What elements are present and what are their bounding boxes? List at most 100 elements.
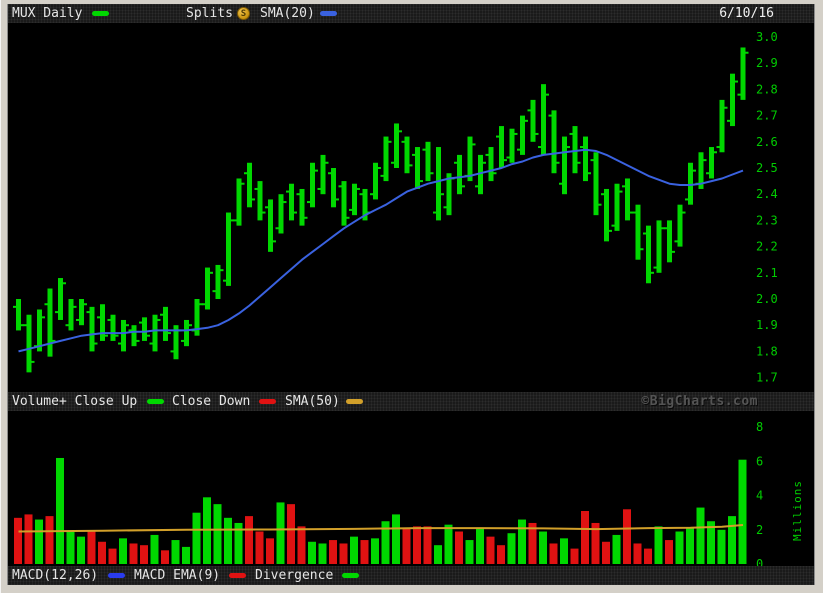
volume-chart-svg: 8 6 4 2 0 — [14, 420, 763, 566]
price-axis-tick: 2.4 — [756, 187, 778, 201]
price-axis-tick: 1.8 — [756, 344, 778, 358]
volume-bar — [192, 512, 201, 564]
price-bar — [107, 314, 119, 341]
price-bar — [76, 299, 87, 326]
volume-bar — [308, 541, 316, 564]
sma50-line — [18, 524, 744, 533]
price-bar — [559, 136, 570, 195]
volume-bar — [423, 526, 432, 564]
volume-bar — [255, 531, 264, 564]
bigcharts-watermark: ©BigCharts.com — [641, 394, 758, 409]
volume-axis-tick: 0 — [756, 557, 763, 566]
volume-bar — [497, 545, 505, 564]
volume-bar — [696, 507, 705, 564]
volume-bar — [360, 540, 369, 564]
price-bar — [643, 225, 654, 284]
price-axis-tick: 2.6 — [756, 135, 778, 149]
price-bar — [44, 288, 56, 357]
price-bar — [97, 304, 108, 341]
volume-bar — [675, 531, 684, 564]
price-bar — [580, 136, 591, 182]
last-date-label: 6/10/16 — [719, 6, 774, 21]
price-bar — [517, 115, 528, 155]
price-axis-tick: 1.7 — [756, 371, 778, 385]
price-bar — [328, 168, 339, 208]
sma20-label: SMA(20) — [260, 6, 315, 21]
price-bar — [737, 47, 749, 100]
volume-bar — [77, 536, 85, 564]
chart-panel: MUX Daily Splits S SMA(20) 6/10/16 3.0 2.… — [8, 4, 814, 585]
volume-bar — [245, 516, 253, 564]
volume-axis-tick: 6 — [756, 454, 763, 468]
volume-bar — [14, 517, 22, 564]
price-bar — [55, 278, 66, 320]
price-axis-tick: 2.2 — [756, 240, 778, 254]
volume-bar — [129, 543, 138, 564]
price-bar — [706, 147, 717, 179]
price-bar — [139, 317, 150, 341]
volume-bar — [602, 541, 610, 564]
divergence-marker — [342, 573, 359, 578]
price-axis-tick: 2.1 — [756, 266, 778, 280]
sma20-marker — [320, 11, 337, 16]
price-bar — [716, 99, 728, 153]
price-bar — [664, 220, 675, 263]
price-bar — [527, 99, 539, 142]
price-bar — [611, 183, 623, 231]
price-bar — [727, 73, 738, 127]
price-bar — [128, 325, 140, 347]
volume-bar — [108, 548, 117, 564]
price-bar — [370, 162, 381, 200]
price-bar — [380, 136, 392, 182]
sma20-line — [18, 148, 744, 353]
price-bar — [65, 299, 77, 331]
volume-bar — [665, 540, 673, 564]
splits-label: Splits — [186, 6, 233, 21]
price-chart-svg: 3.0 2.9 2.8 2.7 2.6 2.5 2.4 2.3 2.2 2.1 2.0 1.9 1.8 1… — [13, 30, 778, 385]
price-bar — [538, 84, 549, 155]
volume-bar — [476, 528, 484, 564]
volume-bar — [161, 550, 169, 564]
price-axis-tick: 3.0 — [756, 30, 778, 44]
top-legend-bar: MUX Daily Splits S SMA(20) 6/10/16 — [8, 4, 814, 23]
volume-axis-tick: 8 — [756, 420, 763, 434]
volume-bar — [633, 543, 642, 564]
price-bar — [118, 319, 129, 352]
volume-bar — [549, 543, 558, 564]
price-axis-tick: 2.8 — [756, 82, 778, 96]
price-bar — [496, 126, 507, 168]
macd-legend-bar: MACD(12,26) MACD EMA(9) Divergence — [8, 566, 814, 585]
price-bar — [202, 267, 213, 310]
volume-bar — [350, 536, 358, 564]
macd-ema-label: MACD EMA(9) — [134, 568, 221, 583]
volume-bar — [171, 540, 180, 564]
price-axis-tick: 2.7 — [756, 109, 778, 123]
price-bar — [433, 147, 444, 221]
volume-bar — [213, 504, 222, 564]
volume-bar — [339, 543, 348, 564]
price-bar — [254, 181, 266, 221]
price-bar — [275, 194, 287, 234]
volume-bar — [507, 533, 516, 564]
volume-bar — [612, 534, 621, 564]
volume-bar — [66, 531, 75, 564]
volume-bar — [486, 536, 495, 564]
price-bar — [149, 314, 161, 352]
volume-bar — [434, 545, 442, 564]
volume-bar — [444, 524, 453, 564]
price-axis-tick: 2.3 — [756, 213, 778, 227]
price-chart-area: 3.0 2.9 2.8 2.7 2.6 2.5 2.4 2.3 2.2 2.1 2.0 1.9 1.8 1… — [8, 23, 814, 392]
volume-bar — [287, 504, 295, 564]
price-axis-tick: 1.9 — [756, 318, 778, 332]
sma50-label: SMA(50) — [285, 394, 340, 409]
price-bar — [601, 188, 612, 242]
volume-bar — [266, 538, 274, 564]
volume-axis-unit-label: Millions — [791, 480, 804, 541]
price-axis-tick: 2.5 — [756, 161, 778, 175]
price-bar — [506, 128, 518, 163]
bigcharts-chart-frame: MUX Daily Splits S SMA(20) 6/10/16 3.0 2.… — [0, 0, 823, 593]
volume-bar — [329, 540, 337, 564]
price-bar — [307, 162, 318, 208]
price-bar — [412, 147, 423, 189]
price-bar — [265, 199, 276, 252]
